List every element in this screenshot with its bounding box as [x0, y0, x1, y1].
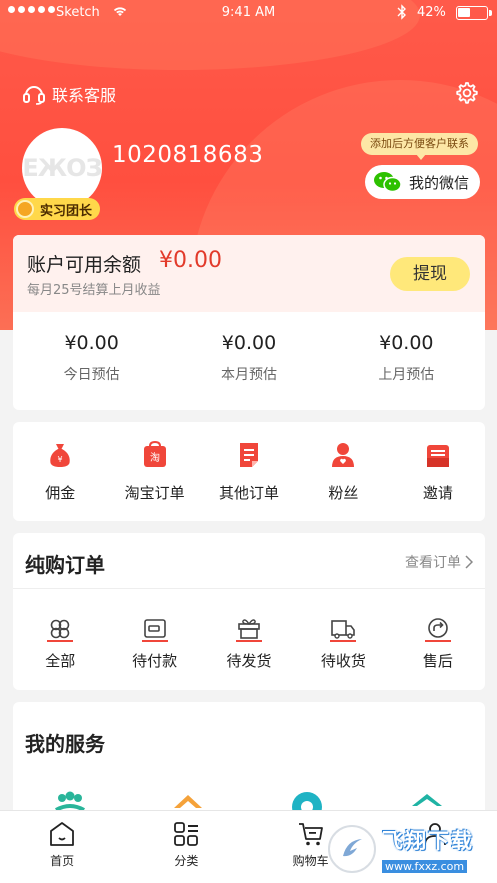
invite-card-icon [426, 445, 449, 467]
quick-fans[interactable]: 粉丝 [296, 422, 390, 521]
money-bag-icon: ¥ [50, 444, 70, 467]
balance-label: 账户可用余额 [27, 254, 142, 276]
order-pending-receipt[interactable]: 待收货 [296, 589, 390, 671]
avatar[interactable]: ЕЖОЗ [22, 128, 103, 208]
orders-card: 纯购订单 查看订单 全部 待付款 待发货 待收货 售后 [13, 533, 485, 690]
balance-amount: ¥0.00 [159, 248, 222, 273]
wallet-icon [141, 619, 168, 642]
balance-summary: 账户可用余额 ¥0.00 每月25号结算上月收益 提现 [13, 235, 485, 312]
category-icon [174, 822, 199, 846]
site-watermark: 飞翔下载 www.fxxz.com [328, 818, 492, 880]
settlement-note: 每月25号结算上月收益 [27, 283, 161, 298]
wechat-tooltip: 添加后方便客户联系 [361, 133, 478, 160]
order-pending-shipment[interactable]: 待发货 [202, 589, 296, 671]
estimate-value: ¥0.00 [221, 332, 277, 354]
estimate-this-month[interactable]: ¥0.00 本月预估 [170, 312, 327, 410]
battery-icon [456, 6, 492, 20]
order-all[interactable]: 全部 [13, 589, 107, 671]
wechat-button-label: 我的微信 [409, 173, 470, 192]
order-pending-payment[interactable]: 待付款 [107, 589, 201, 671]
watermark-text: 飞翔下载 www.fxxz.com [382, 825, 474, 874]
tab-label: 首页 [50, 854, 75, 868]
view-orders-label: 查看订单 [405, 555, 461, 571]
return-icon [424, 618, 451, 642]
gear-icon[interactable] [453, 80, 479, 106]
home-icon [50, 822, 75, 846]
tab-label: 购物车 [292, 854, 329, 868]
view-orders-link[interactable]: 查看订单 [405, 552, 473, 572]
orders-header: 纯购订单 查看订单 [13, 533, 485, 589]
svg-text:淘: 淘 [150, 451, 160, 464]
tab-label: 分类 [174, 854, 199, 868]
quick-taobao-orders[interactable]: 淘 淘宝订单 [107, 422, 201, 521]
avatar-logo: ЕЖОЗ [22, 154, 102, 182]
order-label: 待付款 [132, 652, 178, 670]
role-badge: 实习团长 [14, 198, 101, 220]
watermark-logo-icon [343, 839, 362, 857]
taobao-bag-icon: 淘 [143, 441, 166, 467]
gift-box-icon [236, 619, 263, 642]
watermark-logo [328, 825, 376, 873]
order-label: 待发货 [226, 652, 272, 670]
grid-icon [47, 619, 74, 642]
tab-category[interactable]: 分类 [124, 811, 248, 883]
medal-icon [16, 200, 34, 218]
estimate-value: ¥0.00 [379, 332, 434, 354]
quick-label: 淘宝订单 [124, 484, 185, 502]
balance-card: 账户可用余额 ¥0.00 每月25号结算上月收益 提现 ¥0.00 今日预估 ¥… [13, 235, 485, 410]
svg-text:¥: ¥ [58, 455, 63, 464]
estimate-label: 本月预估 [220, 367, 277, 383]
order-label: 售后 [422, 652, 453, 670]
withdraw-button[interactable]: 提现 [390, 257, 470, 291]
orders-title: 纯购订单 [25, 553, 105, 577]
battery-percent: 42% [417, 5, 446, 20]
quick-other-orders[interactable]: 其他订单 [202, 422, 296, 521]
role-badge-label: 实习团长 [40, 203, 93, 219]
wechat-icon [374, 172, 402, 193]
estimate-value: ¥0.00 [64, 332, 119, 354]
status-bar: Sketch 9:41 AM 42% [0, 0, 497, 26]
truck-icon [330, 620, 357, 642]
estimates-row: ¥0.00 今日预估 ¥0.00 本月预估 ¥0.00 上月预估 [13, 312, 485, 410]
user-icon [332, 443, 355, 467]
services-title: 我的服务 [25, 732, 105, 756]
order-label: 待收货 [320, 652, 366, 670]
estimate-label: 今日预估 [63, 367, 120, 383]
user-id: 1020818683 [112, 142, 264, 168]
headset-icon [23, 86, 45, 105]
customer-service-button[interactable]: 联系客服 [22, 82, 116, 106]
cart-icon [298, 823, 323, 846]
tab-home[interactable]: 首页 [0, 811, 124, 883]
quick-label: 粉丝 [328, 484, 359, 502]
quick-label: 其他订单 [219, 484, 280, 502]
customer-service-label: 联系客服 [52, 86, 117, 105]
order-status-row: 全部 待付款 待发货 待收货 售后 [13, 589, 485, 671]
quick-invite[interactable]: 邀请 [391, 422, 485, 521]
quick-label: 邀请 [422, 484, 453, 502]
estimate-label: 上月预估 [378, 367, 435, 383]
watermark-title: 飞翔下载 [382, 828, 474, 853]
watermark-url: www.fxxz.com [382, 859, 468, 873]
estimate-today[interactable]: ¥0.00 今日预估 [13, 312, 170, 410]
quick-actions: ¥ 佣金 淘 淘宝订单 其他订单 粉丝 邀请 [13, 422, 485, 521]
bluetooth-icon [397, 4, 406, 20]
estimate-last-month[interactable]: ¥0.00 上月预估 [328, 312, 485, 410]
quick-commission[interactable]: ¥ 佣金 [13, 422, 107, 521]
order-label: 全部 [45, 652, 76, 670]
document-icon [240, 443, 259, 467]
order-after-sales[interactable]: 售后 [391, 589, 485, 671]
chevron-right-icon [465, 555, 473, 569]
quick-label: 佣金 [45, 484, 76, 502]
wechat-button[interactable]: 我的微信 [365, 165, 480, 199]
